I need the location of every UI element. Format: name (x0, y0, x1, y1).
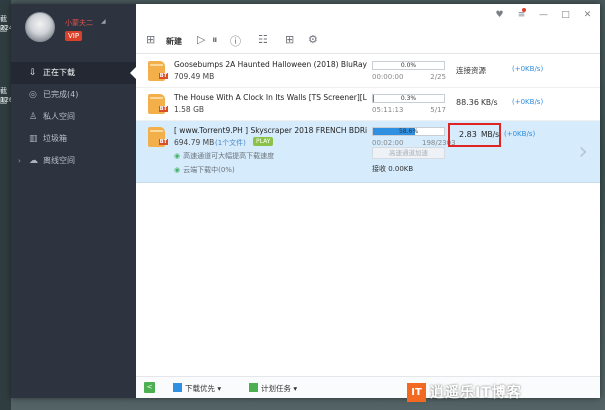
trash-icon: ▥ (29, 134, 38, 144)
bt-file-icon: BT (148, 127, 168, 147)
bottom-bar: < 下载优先 ▾ 计划任务 ▾ (136, 376, 600, 398)
sidebar-nav: ⇩ 正在下载 ◎ 已完成(4) ♙ 私人空间 ▥ 垃圾箱 › ☁ 离线空间 (11, 62, 136, 172)
toolbar: ⊞ 新建 ▷ ⏸ ⓘ ☷ ⊞ ⚙ (136, 28, 600, 54)
download-icon (173, 383, 182, 392)
sidebar-item-label: 私人空间 (43, 112, 75, 121)
download-priority-button[interactable]: 下载优先 ▾ (173, 383, 221, 394)
progress-bar: 0.3% (372, 94, 445, 103)
desktop-strip: 截图 224 截图 126 (0, 0, 13, 410)
task-speed: 2.83 (459, 130, 477, 139)
sidebar-item-label: 离线空间 (43, 156, 75, 165)
download-arrow-icon: ⇩ (29, 68, 37, 78)
progress-bar: 58.6% (372, 127, 445, 136)
caret-down-icon[interactable]: ◢ (101, 18, 106, 25)
task-speed: 88.36 (456, 98, 479, 107)
schedule-icon (249, 383, 258, 392)
task-count: 198/2303 (422, 139, 456, 147)
check-circle-icon: ◉ (174, 152, 181, 160)
back-icon[interactable]: < (144, 382, 155, 393)
main-panel: ♥ ≡ — □ ✕ ⊞ 新建 ▷ ⏸ ⓘ ☷ ⊞ ⚙ BT Goosebumps… (136, 4, 600, 398)
task-size: 1.58 GB (174, 105, 205, 114)
task-list: BT Goosebumps 2A Haunted Halloween (2018… (136, 55, 600, 183)
sidebar-item-completed[interactable]: ◎ 已完成(4) (11, 84, 136, 106)
sidebar-item-offline[interactable]: › ☁ 离线空间 (11, 150, 136, 172)
maximize-icon[interactable]: □ (559, 10, 572, 21)
chevron-right-icon[interactable]: › (578, 137, 588, 165)
download-priority-label: 下载优先 (185, 384, 215, 393)
task-name: The House With A Clock In Its Walls [TS … (174, 93, 367, 102)
sort-icon[interactable]: ☷ (258, 33, 268, 46)
sidebar-item-trash[interactable]: ▥ 垃圾箱 (11, 128, 136, 150)
file-count-link[interactable]: (1个文件) (215, 138, 246, 148)
sub-status-row: ◉ 云端下载中(0%) (174, 165, 235, 175)
person-icon: ♙ (29, 112, 38, 122)
sidebar-item-label: 正在下载 (43, 68, 75, 77)
progress-text: 0.0% (400, 62, 417, 69)
task-name: Goosebumps 2A Haunted Halloween (2018) B… (174, 60, 367, 69)
check-circle-icon: ◎ (29, 90, 37, 100)
minimize-icon[interactable]: — (537, 10, 550, 21)
vip-badge[interactable]: VIP (65, 31, 83, 41)
sub-status-row: ◉ 高速通道可大幅提高下载速度 (174, 151, 274, 161)
progress-text: 58.6% (398, 128, 419, 135)
task-row[interactable]: BT Goosebumps 2A Haunted Halloween (2018… (136, 55, 600, 88)
new-task-icon[interactable]: ⊞ (146, 33, 155, 46)
task-rate: (+0KB/s) (504, 130, 536, 138)
grid-view-icon[interactable]: ⊞ (285, 33, 294, 46)
sidebar-item-private[interactable]: ♙ 私人空间 (11, 106, 136, 128)
task-time: 00:00:00 (372, 73, 404, 81)
task-row[interactable]: BT The House With A Clock In Its Walls [… (136, 88, 600, 121)
download-manager-window: 小蒙夫二 ◢ VIP ⇩ 正在下载 ◎ 已完成(4) ♙ 私人空间 ▥ 垃圾箱 … (11, 4, 600, 398)
task-rate: (+0KB/s) (512, 98, 544, 106)
info-icon[interactable]: ⓘ (230, 33, 241, 49)
sidebar-item-label: 垃圾箱 (43, 134, 67, 143)
skin-icon[interactable]: ♥ (493, 10, 506, 21)
watermark-logo: IT (407, 382, 426, 402)
bt-file-icon: BT (148, 94, 168, 114)
watermark: IT 逍遥乐IT博客 (407, 380, 522, 404)
sub-status-text: 高速通道可大幅提高下载速度 (183, 152, 275, 160)
task-time: 00:02:00 (372, 139, 404, 147)
task-size: 694.79 MB (174, 138, 215, 147)
cloud-icon: ☁ (29, 156, 38, 166)
bt-file-icon: BT (148, 61, 168, 81)
settings-icon[interactable]: ⚙ (308, 33, 318, 46)
task-count: 2/25 (430, 73, 446, 81)
schedule-button[interactable]: 计划任务 ▾ (249, 383, 297, 394)
progress-bar: 0.0% (372, 61, 445, 70)
task-size: 709.49 MB (174, 72, 215, 81)
avatar[interactable] (25, 12, 55, 42)
sidebar-item-label: 已完成(4) (43, 90, 79, 99)
pause-icon[interactable]: ⏸ (212, 33, 218, 47)
task-row-selected[interactable]: BT [ www.Torrent9.PH ] Skyscraper 2018 F… (136, 121, 600, 183)
progress-text: 0.3% (400, 95, 417, 102)
start-icon[interactable]: ▷ (197, 33, 205, 46)
chevron-right-icon[interactable]: › (18, 150, 21, 172)
task-speed-unit: MB/s (481, 130, 500, 139)
task-rate: (+0KB/s) (512, 65, 544, 73)
check-circle-icon: ◉ (174, 166, 181, 174)
task-name: [ www.Torrent9.PH ] Skyscraper 2018 FREN… (174, 126, 367, 135)
sidebar-item-downloading[interactable]: ⇩ 正在下载 (11, 62, 136, 84)
username[interactable]: 小蒙夫二 (65, 18, 93, 28)
watermark-text: 逍遥乐IT博客 (430, 385, 522, 401)
received-text: 接收 0.00KB (372, 165, 414, 173)
play-button[interactable]: PLAY (253, 137, 274, 146)
accelerate-button[interactable]: 高速通道加速 (372, 147, 445, 159)
sidebar: 小蒙夫二 ◢ VIP ⇩ 正在下载 ◎ 已完成(4) ♙ 私人空间 ▥ 垃圾箱 … (11, 4, 136, 398)
task-status: 连接资源 (456, 66, 486, 75)
sub-status-text: 云端下载中(0%) (183, 166, 235, 174)
close-icon[interactable]: ✕ (581, 10, 594, 21)
schedule-label: 计划任务 (261, 384, 291, 393)
new-task-button[interactable]: 新建 (166, 36, 182, 47)
window-controls: ♥ ≡ — □ ✕ (493, 10, 594, 21)
task-time: 05:11:13 (372, 106, 404, 114)
task-count: 5/17 (430, 106, 446, 114)
task-speed-unit: KB/s (481, 98, 498, 107)
menu-icon[interactable]: ≡ (515, 10, 528, 21)
